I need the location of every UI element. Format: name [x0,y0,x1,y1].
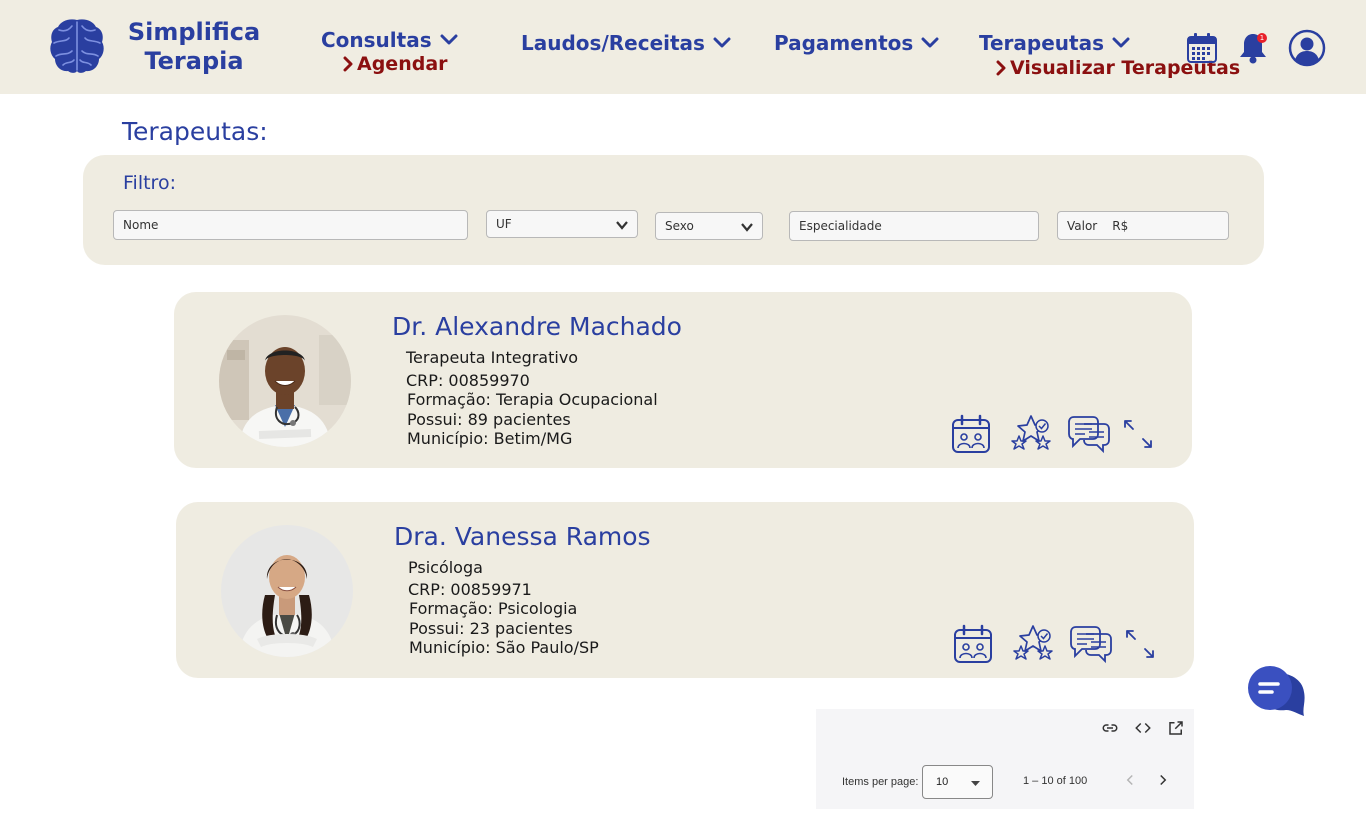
chevron-right-icon [343,56,353,72]
valor-placeholder: Valor [1067,218,1098,233]
items-per-page-label: Items per page: [842,776,919,788]
therapist-card[interactable]: Dr. Alexandre Machado Terapeuta Integrat… [174,292,1192,468]
nav-laudos-label: Laudos/Receitas [521,31,705,55]
items-per-page-select[interactable]: 10 [922,765,993,799]
card-actions [950,414,1154,454]
therapist-crp: CRP: 00859971 [408,579,532,599]
user-icon[interactable] [1288,29,1326,67]
notification-badge: 1 [1257,33,1267,43]
sexo-select[interactable]: Sexo [655,212,763,240]
filter-panel: Filtro: Nome UF Sexo Especialidade Valor… [83,155,1264,265]
nav-pagamentos[interactable]: Pagamentos [774,31,939,55]
therapist-title: Terapeuta Integrativo [406,348,579,367]
expand-icon[interactable] [1124,628,1156,660]
chevron-down-icon [921,37,939,48]
chevron-down-icon [713,37,731,48]
nome-input[interactable]: Nome [113,210,468,240]
therapist-card[interactable]: Dra. Vanessa Ramos Psicóloga CRP: 008599… [176,502,1194,678]
therapist-crp: CRP: 00859970 [406,370,530,390]
rating-stars-icon[interactable] [1011,624,1055,664]
notifications-button[interactable]: 1 [1238,31,1270,65]
chevron-down-icon [616,221,628,230]
brand-name[interactable]: Simplifica Terapia [120,18,268,76]
schedule-icon[interactable] [950,414,992,454]
nav-consultas[interactable]: Consultas [321,28,458,52]
therapist-details: Psicóloga CRP: 00859971 Formação: Psicol… [408,558,599,658]
brand-line-1: Simplifica [127,18,261,46]
nav-sub-agendar-label: Agendar [357,53,448,75]
chevron-down-icon [741,223,753,232]
therapist-photo [219,315,351,447]
nav-consultas-label: Consultas [321,28,432,52]
especialidade-input[interactable]: Especialidade [789,211,1039,241]
card-actions [952,624,1156,664]
caret-down-icon [971,781,980,786]
chevron-down-icon [1112,37,1130,48]
items-per-page-value: 10 [936,776,949,788]
rating-stars-icon[interactable] [1009,414,1053,454]
nav-terapeutas[interactable]: Terapeutas [979,31,1130,55]
page-title: Terapeutas: [122,117,268,146]
filter-label: Filtro: [123,172,176,194]
next-page-icon[interactable] [1154,771,1172,789]
nav-pagamentos-label: Pagamentos [774,31,914,55]
especialidade-placeholder: Especialidade [799,219,882,233]
nav-laudos-receitas[interactable]: Laudos/Receitas [521,31,731,55]
link-icon[interactable] [1101,719,1119,737]
chevron-down-icon [440,34,458,45]
therapist-details: Terapeuta Integrativo CRP: 00859970 Form… [406,348,658,449]
page-range: 1 – 10 of 100 [1023,775,1088,787]
chevron-right-icon [996,60,1006,76]
previous-page-icon[interactable] [1121,771,1139,789]
nome-placeholder: Nome [123,218,159,232]
code-icon[interactable] [1134,719,1152,737]
therapist-name: Dr. Alexandre Machado [392,312,682,341]
paginator: Items per page: 10 1 – 10 of 100 [816,709,1194,809]
therapist-municipio: Município: Betim/MG [407,429,573,448]
uf-select[interactable]: UF [486,210,638,238]
nav-sub-agendar[interactable]: Agendar [343,53,448,75]
therapist-pacientes: Possui: 89 pacientes [407,409,571,429]
valor-input[interactable]: Valor R$ [1057,211,1229,240]
therapist-photo [221,525,353,657]
therapist-formacao: Formação: Terapia Ocupacional [407,390,658,409]
chat-icon[interactable] [1069,624,1113,664]
brain-icon[interactable] [47,16,107,76]
nav-terapeutas-label: Terapeutas [979,31,1104,55]
therapist-pacientes: Possui: 23 pacientes [409,618,573,638]
schedule-icon[interactable] [952,624,994,664]
sexo-placeholder: Sexo [665,219,694,233]
top-navbar: Simplifica Terapia Consultas Agendar Lau… [0,0,1366,94]
currency-symbol: R$ [1112,218,1129,233]
therapist-formacao: Formação: Psicologia [409,599,578,618]
brand-line-2: Terapia [144,47,244,75]
expand-icon[interactable] [1122,418,1154,450]
therapist-name: Dra. Vanessa Ramos [394,522,651,551]
chat-support-icon[interactable] [1246,664,1308,720]
chat-icon[interactable] [1067,414,1111,454]
open-in-new-icon[interactable] [1167,719,1185,737]
calendar-icon[interactable] [1186,32,1218,64]
uf-placeholder: UF [496,217,512,231]
therapist-title: Psicóloga [408,558,483,577]
therapist-municipio: Município: São Paulo/SP [409,638,599,657]
